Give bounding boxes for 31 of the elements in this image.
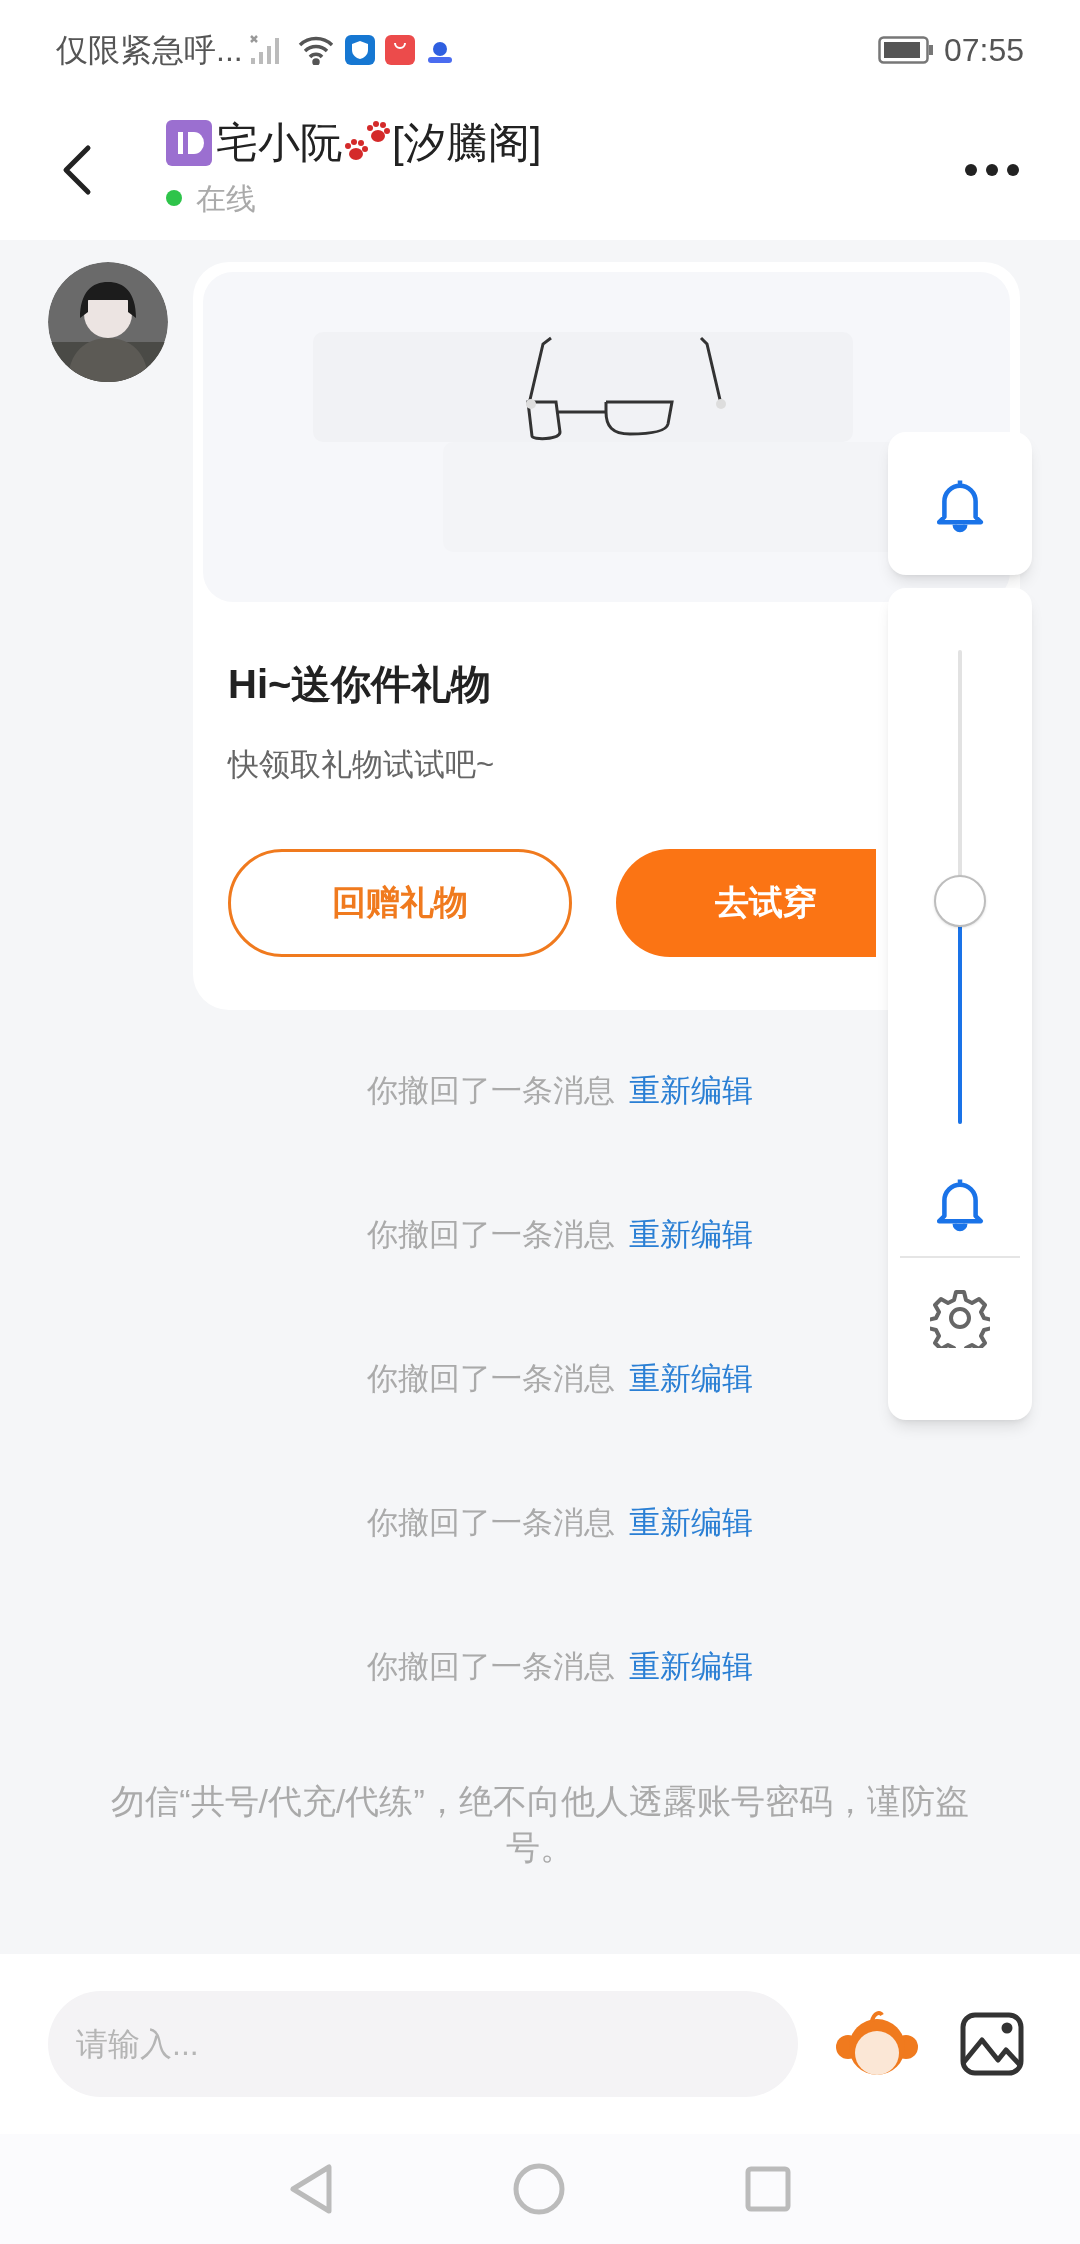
settings-icon[interactable]	[930, 1288, 990, 1348]
online-status: 在线	[196, 180, 256, 217]
gift-button[interactable]: 回赠礼物	[228, 848, 572, 957]
gift-subtitle: 快领取礼物试试吧~	[228, 746, 496, 784]
re-edit-link[interactable]: 重新编辑	[629, 1358, 753, 1400]
recall-notice: 你撤回了一条消息	[367, 1216, 615, 1254]
shield-app-icon	[344, 35, 375, 65]
recall-notice: 你撤回了一条消息	[367, 1648, 615, 1686]
recall-notice: 你撤回了一条消息	[367, 1072, 615, 1110]
battery-icon	[877, 36, 934, 64]
contact-name: 宅小阮	[216, 121, 342, 164]
gift-button[interactable]: 去试穿	[616, 848, 876, 957]
more-icon[interactable]	[964, 163, 1020, 177]
id-badge-icon	[166, 119, 212, 166]
carrier-text: 仅限紧急呼...	[56, 31, 243, 70]
re-edit-link[interactable]: 重新编辑	[629, 1502, 753, 1544]
message-input[interactable]: 请输入...	[48, 1991, 798, 2097]
safety-notice: 勿信“共号/代充/代练”，绝不向他人透露账号密码，谨防盗号。	[110, 1781, 970, 1868]
re-edit-link[interactable]: 重新编辑	[629, 1214, 753, 1256]
re-edit-link[interactable]: 重新编辑	[629, 1646, 753, 1688]
image-icon[interactable]	[960, 2012, 1024, 2076]
gift-title: Hi~送你件礼物	[228, 661, 493, 708]
guild-name: [汐騰阁]	[392, 121, 542, 164]
recall-notice: 你撤回了一条消息	[367, 1360, 615, 1398]
re-edit-link[interactable]: 重新编辑	[629, 1070, 753, 1112]
ringer-button[interactable]	[888, 432, 1032, 575]
wifi-icon	[296, 35, 335, 65]
recall-notice: 你撤回了一条消息	[367, 1504, 615, 1542]
clock-text: 07:55	[943, 31, 1024, 70]
volume-thumb[interactable]	[934, 875, 986, 928]
store-app-icon	[384, 35, 415, 65]
